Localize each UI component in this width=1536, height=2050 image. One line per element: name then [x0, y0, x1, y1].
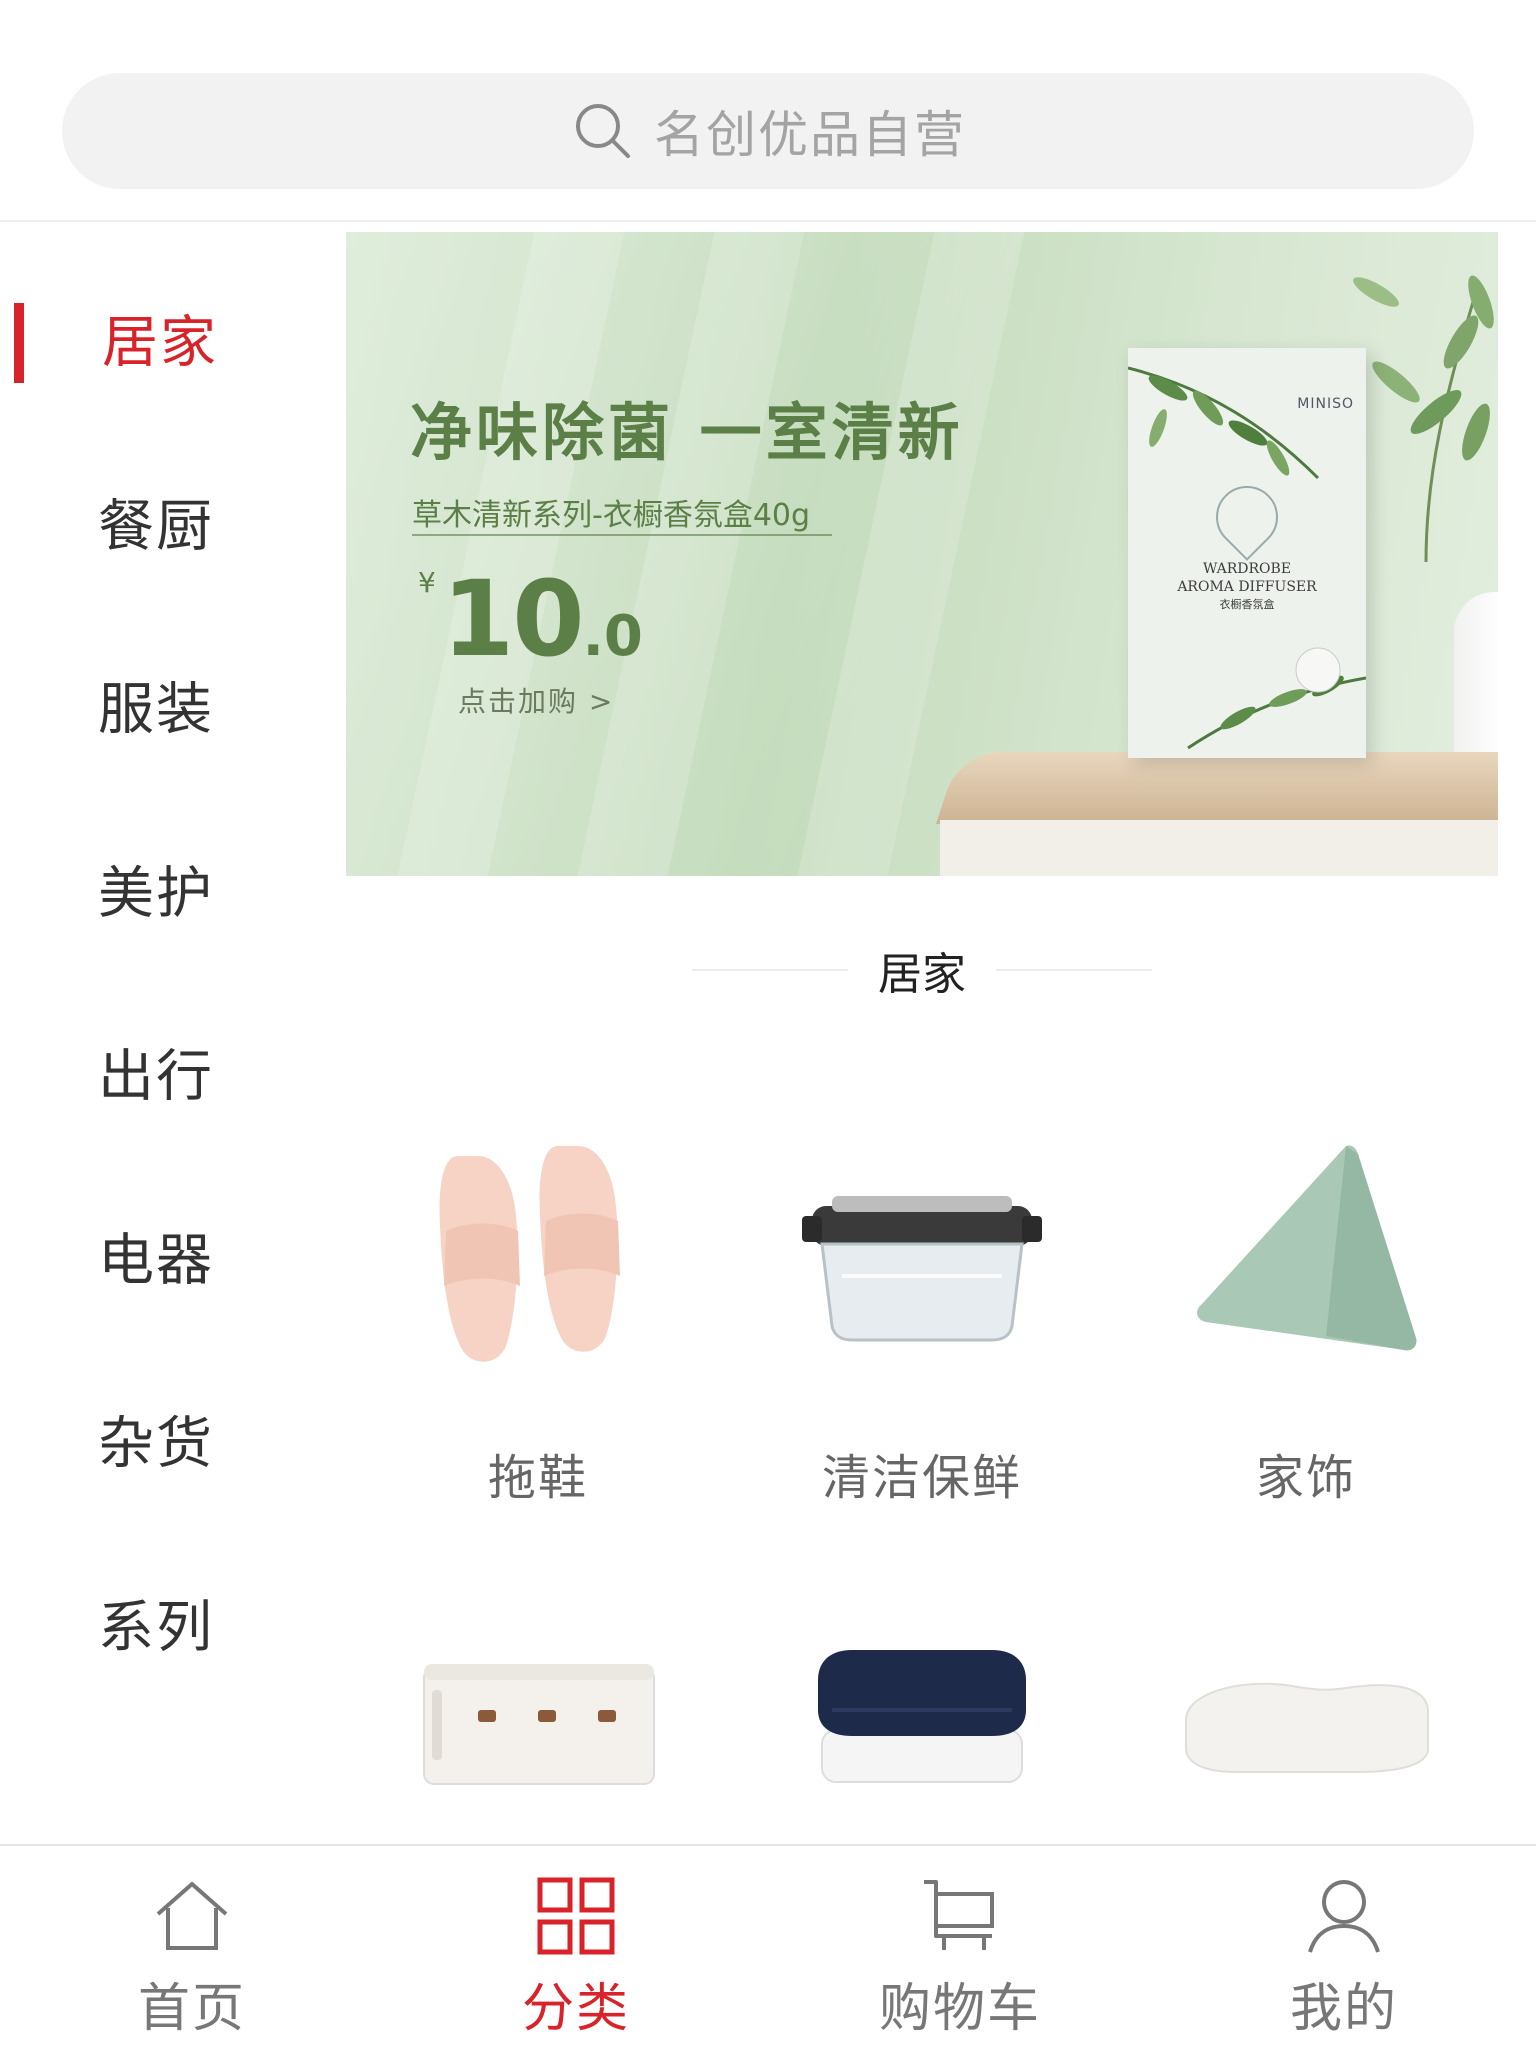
cable-box-image	[388, 1560, 688, 1820]
divider	[412, 534, 832, 536]
sidebar-item-groceries[interactable]: 杂货	[0, 1359, 330, 1519]
search-bar[interactable]: 名创优品自营	[62, 73, 1474, 189]
slippers-image	[388, 1126, 688, 1386]
sidebar-item-clothing[interactable]: 服装	[0, 625, 330, 785]
sidebar-item-electronics[interactable]: 电器	[0, 1176, 330, 1336]
product-box-image: MINISO WARDROBE AROMA DIFFUSER 衣橱香氛盒	[1128, 348, 1366, 758]
tab-label: 购物车	[878, 1979, 1041, 2039]
section-title: 居家	[692, 945, 1152, 1000]
divider	[692, 969, 848, 971]
tab-cart[interactable]: 购物车	[768, 1846, 1152, 2050]
user-icon	[1308, 1880, 1380, 1953]
sidebar-item-kitchen[interactable]: 餐厨	[0, 442, 330, 602]
category-cleaning-storage[interactable]: 清洁保鲜	[772, 1126, 1072, 1508]
towel-image	[772, 1560, 1072, 1820]
category-slippers[interactable]: 拖鞋	[388, 1126, 688, 1508]
tab-label: 我的	[1289, 1979, 1398, 2039]
product-box-title: WARDROBE AROMA DIFFUSER 衣橱香氛盒	[1177, 561, 1317, 611]
sidebar-item-label: 居家	[102, 310, 218, 376]
banner-subtitle: 草木清新系列-衣橱香氛盒40g	[412, 498, 811, 533]
category-item[interactable]	[388, 1560, 688, 1872]
banner-headline: 净味除菌 一室清新	[410, 396, 964, 469]
cushion-image	[1156, 1126, 1456, 1386]
tab-category[interactable]: 分类	[384, 1846, 768, 2050]
category-label: 清洁保鲜	[821, 1450, 1022, 1506]
category-sidebar: 居家 餐厨 服装 美护 出行 电器 杂货 系列	[0, 224, 330, 1844]
sidebar-item-travel[interactable]: 出行	[0, 992, 330, 1152]
category-home-decor[interactable]: 家饰	[1156, 1126, 1456, 1508]
search-icon	[576, 104, 630, 158]
promo-banner[interactable]: MINISO WARDROBE AROMA DIFFUSER 衣橱香氛盒 净味除…	[346, 232, 1498, 876]
search-header: 名创优品自营	[0, 0, 1536, 222]
category-label: 拖鞋	[487, 1450, 588, 1506]
product-brand: MINISO	[1297, 396, 1354, 412]
sidebar-item-label: 餐厨	[98, 494, 214, 560]
sidebar-item-label: 出行	[98, 1044, 214, 1110]
grid-icon	[537, 1877, 615, 1955]
home-icon	[156, 1882, 228, 1950]
tab-label: 首页	[137, 1979, 246, 2039]
sidebar-item-series[interactable]: 系列	[0, 1543, 330, 1703]
search-placeholder: 名创优品自营	[654, 106, 966, 164]
sidebar-item-label: 杂货	[98, 1411, 214, 1477]
sidebar-item-label: 电器	[98, 1228, 214, 1294]
sidebar-item-beauty[interactable]: 美护	[0, 809, 330, 969]
cabinet-image	[936, 752, 1498, 824]
sidebar-item-label: 服装	[98, 677, 214, 743]
add-to-cart-link[interactable]: 点击加购 >	[458, 680, 614, 720]
pillow-image	[1156, 1560, 1456, 1820]
sidebar-item-home[interactable]: 居家	[0, 258, 330, 418]
bottom-tab-bar: 首页 分类 购物车 我的	[0, 1844, 1536, 2048]
cart-icon	[924, 1880, 994, 1950]
sidebar-item-label: 美护	[98, 861, 214, 927]
category-item[interactable]	[1156, 1560, 1456, 1872]
category-label: 家饰	[1255, 1450, 1356, 1506]
tab-profile[interactable]: 我的	[1152, 1846, 1536, 2050]
sidebar-item-label: 系列	[98, 1595, 214, 1661]
food-container-image	[772, 1126, 1072, 1386]
divider	[996, 969, 1152, 971]
tab-label: 分类	[521, 1979, 630, 2039]
tab-home[interactable]: 首页	[0, 1846, 384, 2050]
banner-price: ¥10.0	[418, 558, 643, 680]
active-indicator	[14, 303, 24, 383]
category-item[interactable]	[772, 1560, 1072, 1872]
